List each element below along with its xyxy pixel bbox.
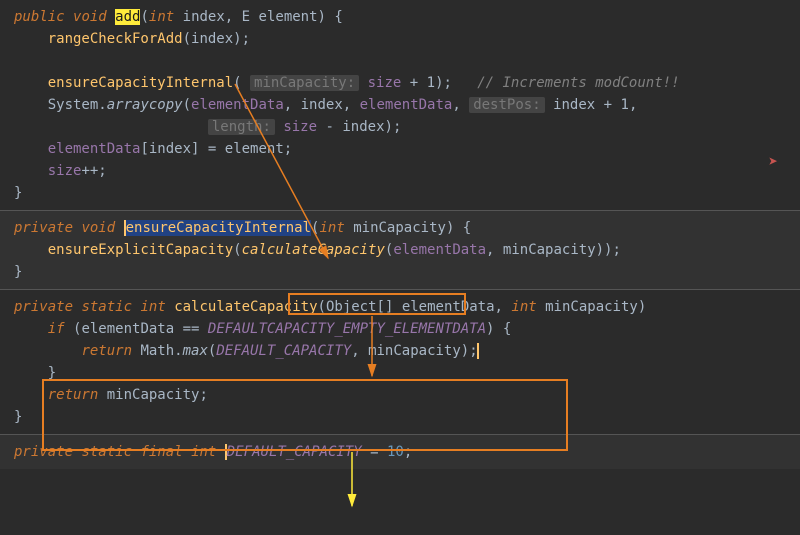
code-line: }	[14, 261, 800, 283]
const-default-capacity: DEFAULT_CAPACITY	[225, 444, 362, 460]
code-line: private static final int DEFAULT_CAPACIT…	[14, 441, 800, 463]
run-gutter-icon[interactable]: ➤	[768, 152, 778, 171]
code-line	[14, 50, 800, 72]
method-ensureCapacityInternal-highlight: ensureCapacityInternal	[124, 220, 311, 236]
code-editor-block2[interactable]: private void ensureCapacityInternal(int …	[0, 211, 800, 289]
text-cursor	[477, 343, 479, 359]
code-line: }	[14, 182, 800, 204]
code-line: private static int calculateCapacity(Obj…	[14, 296, 800, 318]
code-line: }	[14, 406, 800, 428]
code-editor[interactable]: public void add(int index, E element) { …	[0, 0, 800, 210]
code-line: private void ensureCapacityInternal(int …	[14, 217, 800, 239]
code-line: rangeCheckForAdd(index);	[14, 28, 800, 50]
code-line: public void add(int index, E element) {	[14, 6, 800, 28]
code-line: return minCapacity;	[14, 384, 800, 406]
code-line: elementData[index] = element;	[14, 138, 800, 160]
code-line: size++;	[14, 160, 800, 182]
code-line: ensureCapacityInternal( minCapacity: siz…	[14, 72, 800, 94]
code-line: length: size - index);	[14, 116, 800, 138]
code-line: ensureExplicitCapacity(calculateCapacity…	[14, 239, 800, 261]
code-editor-block3[interactable]: private static int calculateCapacity(Obj…	[0, 290, 800, 434]
code-line: System.arraycopy(elementData, index, ele…	[14, 94, 800, 116]
method-add-highlight: add	[115, 9, 140, 25]
code-line: return Math.max(DEFAULT_CAPACITY, minCap…	[14, 340, 800, 362]
code-editor-block4[interactable]: private static final int DEFAULT_CAPACIT…	[0, 435, 800, 469]
code-line: }	[14, 362, 800, 384]
code-line: if (elementData == DEFAULTCAPACITY_EMPTY…	[14, 318, 800, 340]
